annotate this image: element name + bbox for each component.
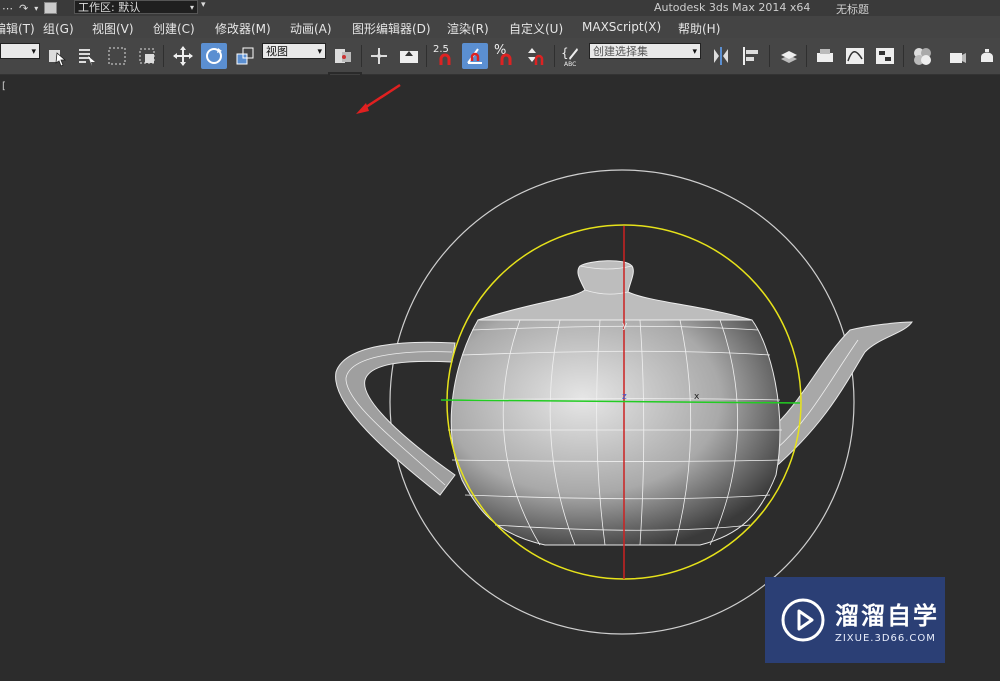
select-by-name-icon[interactable] [74, 43, 100, 69]
project-folder-icon[interactable] [44, 2, 58, 14]
render-setup-icon[interactable] [944, 43, 970, 69]
mirror-icon[interactable] [708, 43, 734, 69]
watermark-title: 溜溜自学 [835, 602, 939, 630]
snaps-toggle-icon[interactable]: 2.5 [431, 43, 457, 69]
spinner-snap-toggle-icon[interactable] [522, 43, 548, 69]
toolbar-divider [554, 45, 555, 67]
menu-create[interactable]: 创建(C) [153, 20, 195, 37]
render-production-icon[interactable] [974, 43, 1000, 69]
menu-group[interactable]: 组(G) [43, 20, 74, 37]
material-editor-icon[interactable] [909, 43, 935, 69]
quick-access-toolbar: ⋯ ↷ ▾ [0, 0, 58, 16]
menu-views[interactable]: 视图(V) [92, 20, 134, 37]
document-title: 无标题 [836, 3, 869, 16]
toolbar-divider [903, 45, 904, 67]
toolbar-divider [769, 45, 770, 67]
abc-label: ABC [564, 61, 577, 68]
named-selection-sets-dropdown[interactable]: 创建选择集 ▾ [589, 43, 701, 59]
chevron-down-icon: ▾ [189, 3, 194, 12]
main-toolbar: ▾ 视图 ▾ 2.5 % {ABC 创建选择集 ▾ [0, 38, 1000, 75]
selection-filter-dropdown[interactable]: ▾ [0, 43, 40, 59]
menu-graph-editors[interactable]: 图形编辑器(D) [352, 20, 431, 37]
use-pivot-point-center-icon[interactable] [330, 43, 356, 69]
rectangular-selection-icon[interactable] [104, 43, 130, 69]
watermark-url: ZIXUE.3D66.COM [835, 633, 936, 644]
workspace-dropdown[interactable]: 工作区: 默认 ▾ [74, 0, 198, 14]
chevron-down-icon: ▾ [317, 47, 322, 57]
menu-modifiers[interactable]: 修改器(M) [215, 20, 271, 37]
menu-maxscript[interactable]: MAXScript(X) [582, 20, 661, 34]
curve-editor-icon[interactable] [842, 43, 868, 69]
graphite-ribbon-icon[interactable] [812, 43, 838, 69]
viewport-label[interactable]: [ [2, 81, 6, 92]
align-icon[interactable] [738, 43, 764, 69]
watermark-logo: 溜溜自学 ZIXUE.3D66.COM [765, 577, 945, 663]
select-rotate-icon[interactable] [201, 43, 227, 69]
play-logo-icon [781, 598, 825, 642]
reference-coordinate-dropdown[interactable]: 视图 ▾ [262, 43, 326, 59]
menu-rendering[interactable]: 渲染(R) [447, 20, 489, 37]
chevron-down-icon: ▾ [31, 47, 36, 57]
window-crossing-icon[interactable] [134, 43, 160, 69]
redo-icon[interactable]: ↷ [19, 2, 28, 15]
layer-manager-icon[interactable] [776, 43, 802, 69]
toolbar-divider [163, 45, 164, 67]
angle-snap-toggle-icon[interactable] [462, 43, 488, 69]
schematic-view-icon[interactable] [872, 43, 898, 69]
reference-coordinate-value: 视图 [266, 45, 288, 58]
select-object-icon[interactable] [44, 43, 70, 69]
select-manipulate-icon[interactable] [366, 43, 392, 69]
menu-bar: 编辑(T) 组(G) 视图(V) 创建(C) 修改器(M) 动画(A) 图形编辑… [0, 16, 1000, 38]
edit-named-selection-sets-icon[interactable]: { ABC [558, 43, 584, 69]
menu-edit[interactable]: 编辑(T) [0, 20, 35, 37]
toolbar-divider [806, 45, 807, 67]
menu-help[interactable]: 帮助(H) [678, 20, 720, 37]
undo-arrow-icon[interactable]: ⋯ [2, 2, 13, 15]
menu-customize[interactable]: 自定义(U) [509, 20, 563, 37]
named-selection-placeholder: 创建选择集 [593, 45, 648, 58]
customize-qa-icon[interactable]: ▾ [201, 0, 206, 10]
menu-animation[interactable]: 动画(A) [290, 20, 332, 37]
toolbar-divider [361, 45, 362, 67]
workspace-label: 工作区: 默认 [78, 1, 141, 14]
keyboard-shortcut-override-icon[interactable] [396, 43, 422, 69]
redo-dropdown-icon[interactable]: ▾ [34, 4, 38, 13]
svg-text:{: { [561, 46, 569, 60]
chevron-down-icon: ▾ [692, 47, 697, 57]
select-scale-icon[interactable] [232, 43, 258, 69]
app-title: Autodesk 3ds Max 2014 x64 [654, 1, 811, 14]
select-move-icon[interactable] [170, 43, 196, 69]
title-bar: ⋯ ↷ ▾ 工作区: 默认 ▾ ▾ Autodesk 3ds Max 2014 … [0, 0, 1000, 16]
toolbar-divider [426, 45, 427, 67]
percent-snap-toggle-icon[interactable]: % [492, 43, 518, 69]
